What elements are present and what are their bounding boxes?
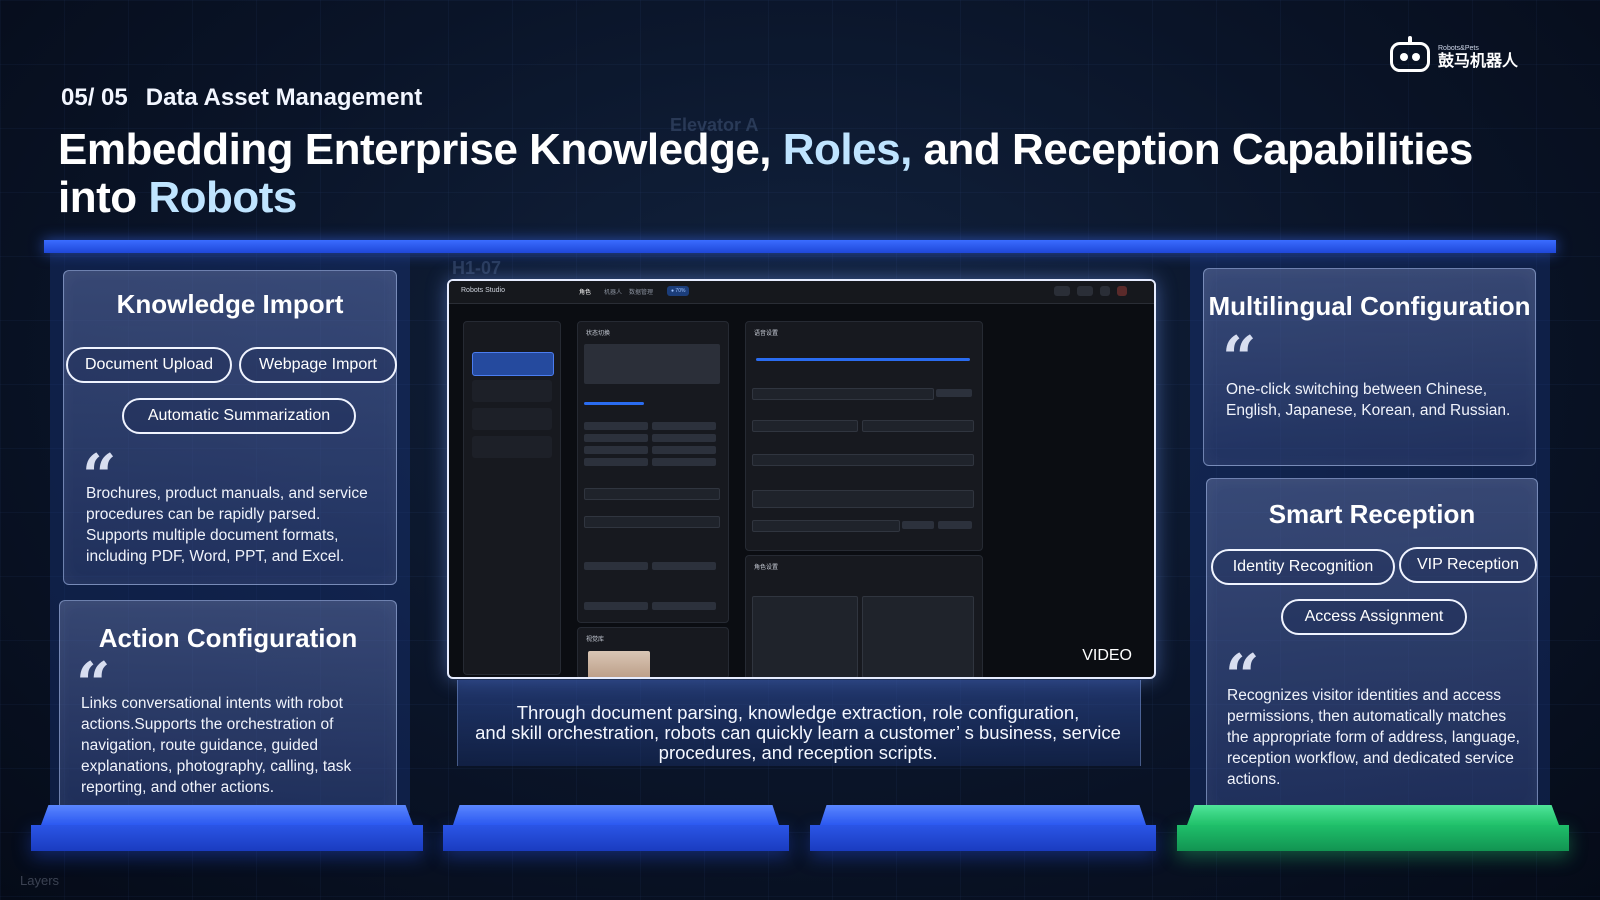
video-label: VIDEO (1082, 647, 1132, 664)
panel-button[interactable] (938, 521, 972, 529)
section-heading: 05/ 05 Data Asset Management (61, 84, 422, 112)
panel-button[interactable] (584, 446, 648, 454)
panel-button[interactable] (584, 562, 648, 570)
language-select[interactable] (752, 420, 858, 432)
card-title: Smart Reception (1268, 499, 1476, 529)
panel-input[interactable] (752, 454, 974, 466)
role-settings-panel: 角色设置 (745, 555, 983, 677)
brand-logo: Robots&Pets 鼓马机器人 (1390, 42, 1518, 72)
logo-name: 鼓马机器人 (1438, 52, 1519, 70)
toolbar-control[interactable] (1077, 286, 1093, 296)
panel-button[interactable] (584, 458, 648, 466)
panel-title: 角色设置 (754, 565, 779, 571)
section-number: 05/ 05 (61, 84, 128, 111)
app-toolbar: Robots Studio 角色 机器人 数据管理 ● 70% (449, 281, 1154, 304)
panel-button[interactable] (652, 458, 716, 466)
caption-line: and skill orchestration, robots can quic… (475, 722, 1121, 743)
knowledge-import-card: Knowledge Import Document Upload Webpage… (63, 270, 397, 585)
panel-select[interactable] (584, 488, 720, 500)
prompt-textarea[interactable] (752, 596, 858, 677)
card-title: Multilingual Configuration (1208, 291, 1531, 321)
card-description: One-click switching between Chinese, Eng… (1226, 381, 1511, 419)
robot-list-item[interactable] (472, 436, 552, 458)
prompt-textarea[interactable] (862, 596, 974, 677)
card-title: Knowledge Import (116, 289, 344, 319)
toolbar-control[interactable] (1117, 286, 1127, 296)
title-text: Embedding Enterprise Knowledge, (58, 125, 783, 174)
panel-button[interactable] (652, 446, 716, 454)
panel-button[interactable] (652, 422, 716, 430)
panel-input[interactable] (752, 520, 900, 532)
title-highlight: Robots (148, 173, 297, 222)
panel-select[interactable] (584, 516, 720, 528)
app-tab[interactable]: 数据管理 (629, 287, 653, 296)
page-title: Embedding Enterprise Knowledge, Roles, a… (58, 126, 1478, 222)
vip-reception-pill[interactable]: VIP Reception (1399, 547, 1537, 583)
stage-pedestal (31, 805, 423, 853)
panel-title: 语音设置 (754, 331, 779, 337)
panel-button[interactable] (584, 422, 648, 430)
panel-title: 状态切换 (586, 331, 611, 337)
stage-pedestal (443, 805, 789, 853)
caption-line: Through document parsing, knowledge extr… (516, 702, 1080, 723)
panel-button[interactable] (584, 602, 648, 610)
panel-button[interactable] (652, 562, 716, 570)
app-name: Robots Studio (461, 287, 505, 294)
panel-button[interactable] (652, 434, 716, 442)
webpage-import-pill[interactable]: Webpage Import (239, 347, 397, 383)
card-description: Recognizes visitor identities and access… (1227, 687, 1520, 788)
identity-recognition-pill[interactable]: Identity Recognition (1211, 549, 1395, 585)
background-ghost-label: H1-07 (452, 258, 502, 278)
robot-logo-icon (1390, 42, 1430, 72)
panel-title: 视觉库 (586, 637, 605, 643)
robot-list-item[interactable] (472, 380, 552, 402)
caption-line: procedures, and reception scripts. (658, 742, 938, 763)
card-description: Brochures, product manuals, and service … (86, 485, 368, 565)
multilingual-configuration-card: Multilingual Configuration “ One-click s… (1203, 268, 1536, 466)
robot-list-item[interactable] (472, 408, 552, 430)
panel-button[interactable] (936, 389, 972, 397)
app-tab[interactable]: 角色 (579, 287, 591, 296)
app-tab[interactable]: 机器人 (604, 287, 622, 296)
toolbar-control[interactable] (1100, 286, 1110, 296)
panel-button[interactable] (902, 521, 934, 529)
action-configuration-card: Action Configuration “ Links conversatio… (59, 600, 397, 812)
panel-textarea[interactable] (752, 490, 974, 508)
panel-line (584, 402, 644, 405)
robot-preview (584, 344, 720, 384)
access-assignment-pill[interactable]: Access Assignment (1281, 599, 1467, 635)
card-description: Links conversational intents with robot … (81, 695, 352, 796)
demo-video[interactable]: Robots Studio 角色 机器人 数据管理 ● 70% 状态切换 视觉库… (447, 279, 1156, 679)
panel-button[interactable] (652, 602, 716, 610)
person-photo (588, 651, 650, 677)
toolbar-control[interactable] (1054, 286, 1070, 296)
automatic-summarization-pill[interactable]: Automatic Summarization (122, 398, 356, 434)
document-upload-pill[interactable]: Document Upload (66, 347, 232, 383)
stage-pedestal (1177, 805, 1569, 853)
stage-pedestal (810, 805, 1156, 853)
logo-subtitle: Robots&Pets (1438, 44, 1479, 52)
title-highlight: Roles, (782, 125, 913, 174)
status-panel: 状态切换 (577, 321, 729, 623)
robot-list-item[interactable] (472, 352, 554, 376)
robot-list-panel (463, 321, 561, 675)
status-badge: ● 70% (667, 286, 690, 296)
volume-slider[interactable] (756, 358, 970, 361)
voice-select[interactable] (752, 388, 934, 400)
panel-button[interactable] (584, 434, 648, 442)
language-select[interactable] (862, 420, 974, 432)
voice-settings-panel: 语音设置 (745, 321, 983, 551)
background-ghost-label: Layers (20, 873, 60, 888)
stage-rail (44, 240, 1556, 253)
video-caption: Through document parsing, knowledge extr… (457, 703, 1139, 763)
smart-reception-card: Smart Reception Identity Recognition VIP… (1206, 478, 1538, 812)
section-name: Data Asset Management (145, 84, 423, 111)
